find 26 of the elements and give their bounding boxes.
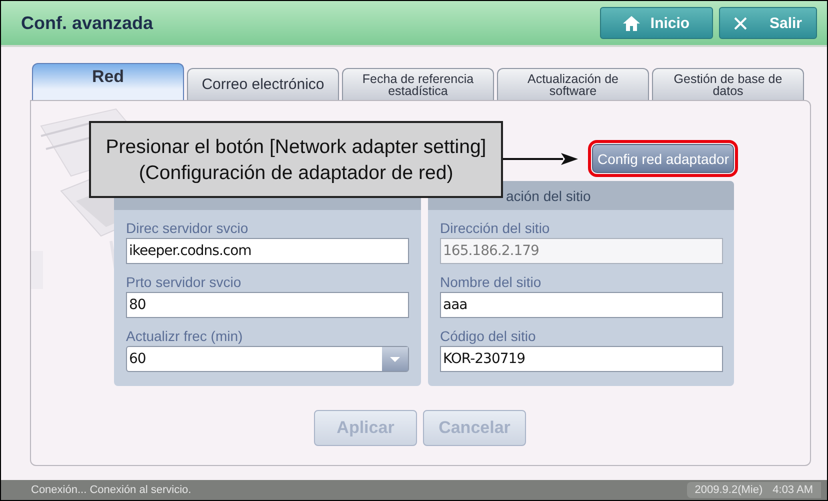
caret-icon bbox=[382, 347, 408, 371]
time-text: 4:03 AM bbox=[772, 484, 813, 496]
date-text: 2009.9.2(Mie) bbox=[694, 484, 763, 496]
tab[interactable]: Correo electrónico bbox=[187, 68, 339, 100]
status-message: Conexión... Conexión al servicio. bbox=[31, 484, 192, 496]
tab[interactable]: Red bbox=[32, 63, 184, 100]
input-field[interactable]: 80 bbox=[126, 292, 409, 318]
field-label: Actualizr frec (min) bbox=[126, 328, 244, 344]
field-label: Nombre del sitio bbox=[440, 274, 542, 290]
callout-text: (Configuración de adaptador de red) bbox=[138, 160, 454, 186]
field-label: Direc servidor svcio bbox=[126, 220, 250, 236]
input-field[interactable]: aaa bbox=[440, 292, 723, 318]
tab[interactable]: Fecha de referencia estadística bbox=[342, 68, 494, 100]
field-label: Prto servidor svcio bbox=[126, 274, 242, 290]
dropdown[interactable]: 60 bbox=[126, 346, 409, 372]
tab[interactable]: Actualización de software bbox=[497, 68, 649, 100]
field-label: Código del sitio bbox=[440, 328, 537, 344]
callout-text: Presionar el botón [Network adapter setting] bbox=[106, 134, 486, 160]
field-label: Dirección del sitio bbox=[440, 220, 551, 236]
panel-title: ación del sitio bbox=[506, 188, 591, 204]
tab[interactable]: Gestión de base de datos bbox=[652, 68, 804, 100]
close-icon bbox=[734, 16, 747, 30]
home-icon bbox=[623, 16, 640, 30]
input-field[interactable]: ikeeper.codns.com bbox=[126, 238, 409, 264]
window-title: Conf. avanzada bbox=[21, 12, 154, 34]
input-field[interactable]: KOR-230719 bbox=[440, 346, 723, 372]
